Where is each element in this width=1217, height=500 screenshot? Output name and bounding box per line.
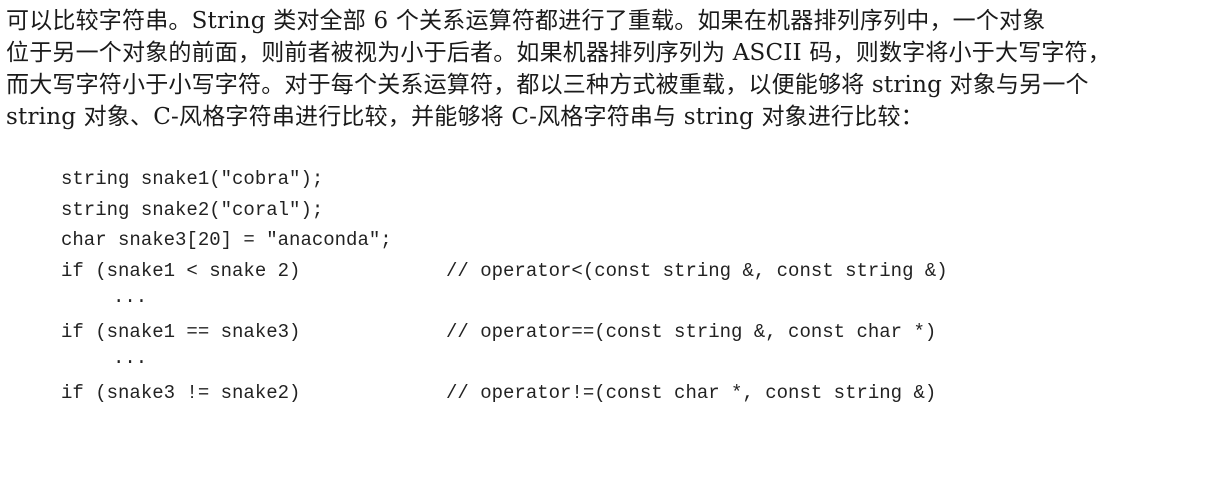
code-ellipsis: ... (113, 347, 148, 369)
code-statement: string snake2("coral"); (61, 198, 324, 221)
paragraph-line: 而大写字符小于小写字符。对于每个关系运算符，都以三种方式被重载，以便能够将 st… (6, 72, 1089, 98)
code-statement: char snake3[20] = "anaconda"; (61, 229, 392, 251)
code-statement: if (snake1 == snake3) (61, 320, 301, 343)
code-statement: if (snake3 != snake2) (61, 381, 301, 404)
code-statement: string snake1("cobra"); (61, 168, 324, 190)
code-statement: if (snake1 < snake 2) (61, 259, 301, 282)
code-comment: // operator!=(const char *, const string… (446, 381, 937, 404)
code-line: if (snake3 != snake2) // operator!=(cons… (61, 378, 936, 409)
paragraph-line: 位于另一个对象的前面，则前者被视为小于后者。如果机器排列序列为 ASCII 码，… (6, 40, 1111, 66)
code-ellipsis: ... (113, 286, 148, 308)
code-listing: string snake1("cobra"); string snake2("c… (61, 164, 948, 409)
paragraph-line: 可以比较字符串。String 类对全部 6 个关系运算符都进行了重载。如果在机器… (6, 8, 1046, 34)
paragraph-line: string 对象、C-风格字符串进行比较，并能够将 C-风格字符串与 stri… (6, 104, 924, 130)
code-comment: // operator==(const string &, const char… (446, 320, 937, 343)
code-line: ... (61, 286, 147, 317)
code-line: char snake3[20] = "anaconda"; (61, 225, 392, 256)
code-line: string snake2("coral"); (61, 195, 323, 226)
body-paragraph: 可以比较字符串。String 类对全部 6 个关系运算符都进行了重载。如果在机器… (6, 5, 1211, 133)
code-line: string snake1("cobra"); (61, 164, 323, 195)
document-page: 可以比较字符串。String 类对全部 6 个关系运算符都进行了重载。如果在机器… (0, 0, 1217, 409)
code-line: ... (61, 347, 147, 378)
code-comment: // operator<(const string &, const strin… (446, 259, 948, 282)
